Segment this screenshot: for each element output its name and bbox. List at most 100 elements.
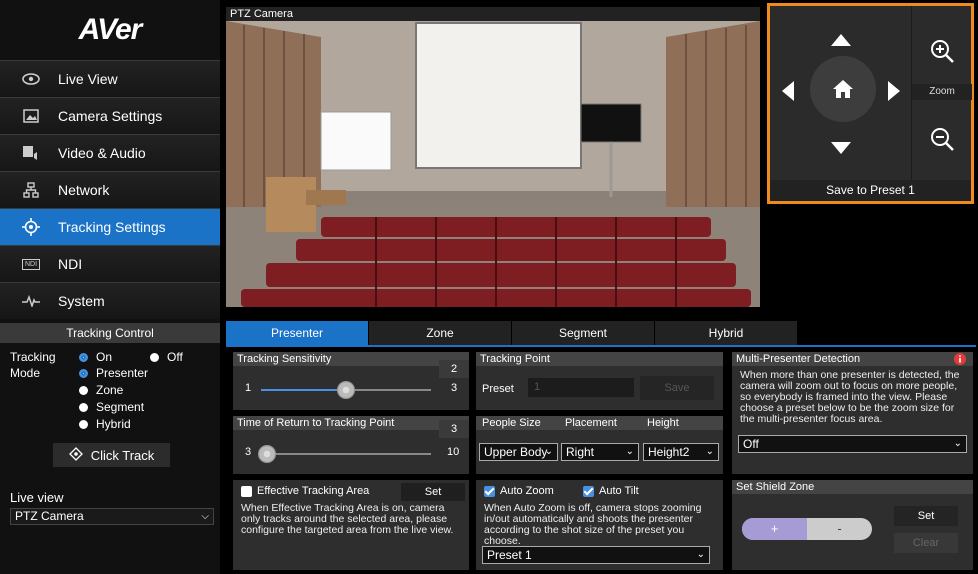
mode-label: Hybrid bbox=[96, 417, 131, 431]
zoom-out-icon[interactable] bbox=[929, 126, 955, 152]
sidebar-item-live-view[interactable]: Live View bbox=[0, 60, 220, 97]
network-icon bbox=[20, 182, 42, 198]
camera-title: PTZ Camera bbox=[226, 7, 760, 21]
panel-title: Set Shield Zone bbox=[732, 480, 973, 494]
tracking-mode-label: Tracking Mode bbox=[10, 349, 56, 381]
return-time-slider-knob[interactable] bbox=[258, 445, 276, 463]
people-size-select[interactable]: Upper Body ⌄ bbox=[479, 443, 558, 461]
crosshair-icon bbox=[68, 446, 83, 464]
return-time-panel: Time of Return to Tracking Point 3 3 10 bbox=[233, 416, 469, 474]
height-label: Height bbox=[647, 417, 679, 429]
on-label: On bbox=[96, 350, 113, 364]
sidebar-item-label: Network bbox=[58, 182, 110, 198]
tab-segment[interactable]: Segment bbox=[512, 321, 654, 345]
preset-save-button[interactable]: Save bbox=[640, 376, 714, 400]
multi-presenter-select[interactable]: Off ⌄ bbox=[738, 435, 967, 453]
return-time-slider-track[interactable] bbox=[261, 453, 431, 455]
effective-area-set-button[interactable]: Set bbox=[401, 483, 465, 501]
arrow-right-icon[interactable] bbox=[888, 81, 900, 101]
sidebar-item-label: Tracking Settings bbox=[58, 219, 166, 235]
click-track-button[interactable]: Click Track bbox=[53, 443, 170, 467]
classroom-scene-image bbox=[226, 7, 760, 307]
placement-label: Placement bbox=[565, 417, 617, 429]
tab-presenter[interactable]: Presenter bbox=[226, 321, 368, 345]
mode-label: Segment bbox=[96, 400, 145, 414]
info-icon[interactable] bbox=[954, 353, 966, 365]
effective-area-checkbox[interactable] bbox=[241, 486, 252, 497]
sidebar-item-camera-settings[interactable]: Camera Settings bbox=[0, 97, 220, 134]
save-to-preset-button[interactable]: Save to Preset 1 bbox=[770, 180, 971, 201]
live-view-selected: PTZ Camera bbox=[15, 509, 84, 523]
height-select[interactable]: Height2 ⌄ bbox=[643, 443, 719, 461]
chevron-down-icon: ⌄ bbox=[544, 446, 553, 457]
sensitivity-slider-fill bbox=[261, 389, 346, 391]
live-view-label: Live view bbox=[10, 490, 64, 505]
aver-logo: AVer bbox=[78, 13, 143, 46]
tracking-mode-label-line2: Mode bbox=[10, 366, 41, 380]
auto-zoom-checkbox[interactable] bbox=[484, 486, 495, 497]
arrow-left-icon[interactable] bbox=[782, 81, 794, 101]
shield-zone-toggle: + - bbox=[742, 518, 872, 540]
tab-hybrid[interactable]: Hybrid bbox=[655, 321, 797, 345]
crosshair-icon bbox=[20, 218, 42, 236]
preset-input[interactable]: 1 bbox=[528, 378, 634, 397]
auto-zoom-label: Auto Zoom bbox=[500, 485, 554, 497]
off-label: Off bbox=[167, 350, 183, 364]
tracking-off-radio[interactable]: Off bbox=[150, 350, 183, 364]
effective-area-description: When Effective Tracking Area is on, came… bbox=[241, 502, 454, 536]
tracking-control-panel: Tracking Mode On Off Presenter Zone Segm… bbox=[0, 343, 220, 473]
people-size-label: People Size bbox=[482, 417, 541, 429]
ndi-icon: NDI bbox=[20, 258, 42, 270]
mode-zone-radio[interactable]: Zone bbox=[79, 383, 123, 397]
mode-label: Zone bbox=[96, 383, 124, 397]
zoom-label: Zoom bbox=[912, 84, 972, 100]
video-audio-icon bbox=[20, 145, 42, 161]
radio-unselected-icon bbox=[79, 419, 88, 429]
camera-live-view[interactable]: PTZ Camera bbox=[226, 7, 760, 307]
mode-label: Presenter bbox=[96, 366, 149, 380]
tab-zone[interactable]: Zone bbox=[369, 321, 511, 345]
sensitivity-slider-knob[interactable] bbox=[337, 381, 355, 399]
home-button[interactable] bbox=[810, 56, 876, 122]
tracking-control-header: Tracking Control bbox=[0, 323, 220, 343]
multi-presenter-value: Off bbox=[743, 437, 759, 451]
mode-presenter-radio[interactable]: Presenter bbox=[79, 366, 148, 380]
chevron-down-icon: ⌄ bbox=[625, 446, 634, 457]
people-size-panel: People Size Placement Height Upper Body ⌄… bbox=[476, 416, 723, 474]
mode-hybrid-radio[interactable]: Hybrid bbox=[79, 417, 131, 431]
panel-title: Tracking Point bbox=[476, 352, 723, 366]
placement-select[interactable]: Right ⌄ bbox=[561, 443, 639, 461]
sidebar-item-tracking-settings[interactable]: Tracking Settings bbox=[0, 208, 220, 245]
arrow-down-icon[interactable] bbox=[831, 142, 851, 154]
radio-unselected-icon bbox=[150, 352, 159, 362]
effective-area-panel: Effective Tracking Area Set When Effecti… bbox=[233, 480, 469, 570]
sidebar-item-video-audio[interactable]: Video & Audio bbox=[0, 134, 220, 171]
tracking-point-panel: Tracking Point Preset 1 Save bbox=[476, 352, 723, 410]
panel-title: Time of Return to Tracking Point bbox=[233, 416, 469, 430]
ptz-direction-pad bbox=[770, 6, 910, 180]
multi-presenter-description: When more than one presenter is detected… bbox=[740, 369, 960, 425]
sidebar-item-label: NDI bbox=[58, 256, 83, 272]
auto-zoom-preset-select[interactable]: Preset 1 ⌄ bbox=[482, 546, 710, 564]
shield-zone-set-button[interactable]: Set bbox=[894, 506, 958, 526]
mode-segment-radio[interactable]: Segment bbox=[79, 400, 144, 414]
shield-zone-clear-button[interactable]: Clear bbox=[894, 533, 958, 553]
slider-max-label: 10 bbox=[447, 446, 460, 458]
effective-area-label: Effective Tracking Area bbox=[257, 485, 370, 497]
chevron-down-icon: ⌄ bbox=[705, 446, 714, 457]
shield-zone-minus-button[interactable]: - bbox=[807, 518, 872, 540]
zoom-in-icon[interactable] bbox=[929, 38, 955, 64]
shield-zone-plus-button[interactable]: + bbox=[742, 518, 807, 540]
tracking-on-radio[interactable]: On bbox=[79, 350, 112, 364]
auto-zoom-panel: Auto Zoom Auto Tilt When Auto Zoom is of… bbox=[476, 480, 723, 570]
arrow-up-icon[interactable] bbox=[831, 34, 851, 46]
return-time-value: 3 bbox=[439, 420, 469, 438]
image-icon bbox=[20, 109, 42, 123]
sidebar-item-network[interactable]: Network bbox=[0, 171, 220, 208]
slider-max-label: 3 bbox=[451, 382, 458, 394]
auto-tilt-label: Auto Tilt bbox=[599, 485, 639, 497]
sidebar-item-ndi[interactable]: NDI NDI bbox=[0, 245, 220, 282]
sidebar-item-system[interactable]: System bbox=[0, 282, 220, 319]
live-view-select[interactable]: PTZ Camera ⌵ bbox=[10, 508, 214, 525]
auto-tilt-checkbox[interactable] bbox=[583, 486, 594, 497]
